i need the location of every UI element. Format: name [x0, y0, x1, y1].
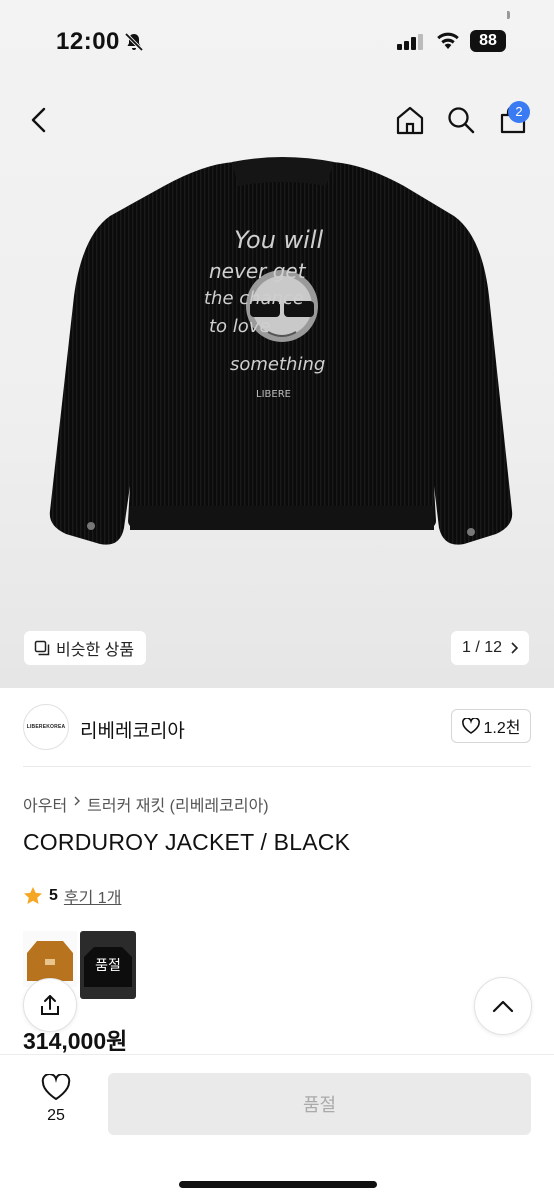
status-bar: 12:00 88: [0, 26, 554, 58]
status-time: 12:00: [56, 28, 120, 55]
back-icon: [31, 107, 46, 133]
wishlist-button[interactable]: 25: [36, 1074, 76, 1125]
scroll-to-top-button[interactable]: [474, 977, 532, 1035]
back-button[interactable]: [22, 100, 58, 140]
product-price: 314,000원: [23, 1028, 128, 1054]
product-rating[interactable]: 5 후기 1개: [23, 884, 121, 908]
home-indicator: [179, 1181, 377, 1188]
brand-like-count: 1.2천: [483, 720, 521, 737]
brand-like-button[interactable]: 1.2천: [451, 709, 531, 743]
print-text-line: You will: [234, 226, 324, 254]
search-icon: [448, 107, 475, 134]
brand-name-link[interactable]: 리베레코리아: [80, 716, 185, 743]
print-text-line: LIBERE: [256, 389, 291, 400]
product-image[interactable]: You will never get the chance to love so…: [44, 156, 520, 566]
wifi-icon: [436, 32, 460, 55]
brand-logo-text: LIBEREKOREA: [26, 724, 66, 730]
divider: [23, 766, 531, 767]
image-pager-button[interactable]: 1 / 12: [451, 631, 529, 665]
similar-products-button[interactable]: 비슷한 상품: [24, 631, 147, 665]
soldout-badge: 품절: [95, 957, 121, 973]
breadcrumb-item[interactable]: 아우터: [23, 792, 67, 816]
heart-icon: [41, 1074, 71, 1101]
home-icon: [396, 106, 424, 135]
brand-logo[interactable]: LIBEREKOREA: [23, 704, 69, 750]
similar-products-icon: [34, 640, 50, 656]
similar-products-label: 비슷한 상품: [56, 642, 135, 659]
breadcrumb-item[interactable]: 트러커 재킷 (리베레코리아): [87, 792, 268, 816]
search-button[interactable]: [442, 100, 480, 140]
heart-icon: [461, 718, 480, 734]
home-button[interactable]: [390, 100, 430, 140]
battery-nub: [507, 11, 510, 19]
print-text-line: to love: [209, 316, 271, 337]
cart-count-badge: 2: [508, 101, 530, 123]
star-icon: [24, 887, 42, 904]
chevron-up-icon: [492, 1000, 514, 1013]
buy-button-disabled[interactable]: 품절: [108, 1073, 531, 1135]
product-title: CORDUROY JACKET / BLACK: [23, 829, 351, 855]
rating-score: 5: [49, 887, 58, 904]
wishlist-count: 25: [47, 1107, 65, 1124]
cellular-signal-icon: [397, 34, 425, 55]
battery-indicator: 88: [470, 30, 506, 52]
chevron-right-icon: [74, 796, 81, 806]
print-text-line: never get: [209, 259, 307, 283]
color-option-thumbnail-selected[interactable]: 품절: [80, 931, 136, 999]
share-icon: [41, 995, 59, 1015]
print-text-line: something: [230, 354, 325, 375]
chevron-right-icon: [511, 642, 519, 654]
review-count-link[interactable]: 후기 1개: [64, 884, 122, 908]
print-text-line: the chance: [204, 288, 304, 309]
breadcrumb: 아우터 트러커 재킷 (리베레코리아): [23, 792, 269, 816]
bell-muted-icon: [124, 32, 144, 57]
image-pager-label: 1 / 12: [461, 639, 503, 656]
